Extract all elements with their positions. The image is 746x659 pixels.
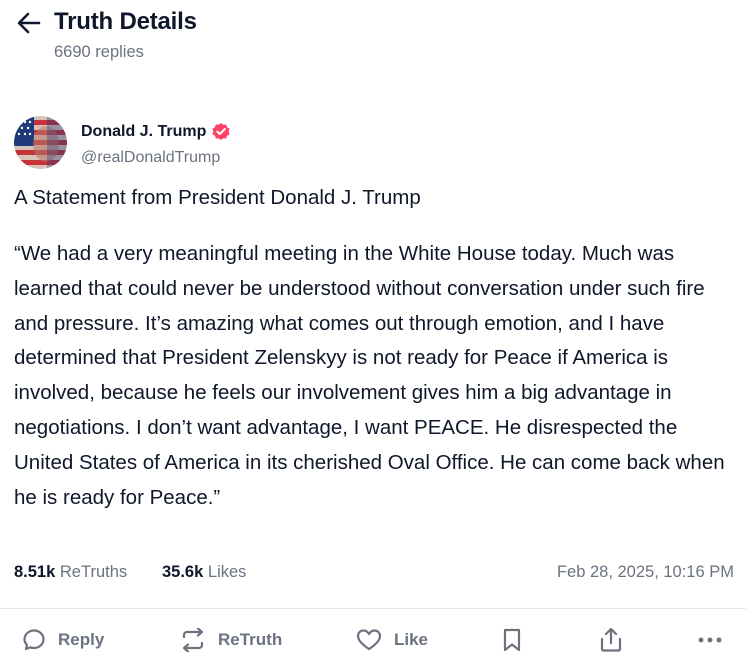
verified-badge-icon xyxy=(211,122,231,142)
speech-bubble-icon xyxy=(23,629,45,651)
share-button[interactable] xyxy=(598,622,624,658)
avatar-image xyxy=(14,116,67,169)
retruth-arrows-icon xyxy=(182,628,204,652)
retruths-count: 8.51k xyxy=(14,563,56,581)
author-name[interactable]: Donald J. Trump xyxy=(81,123,206,141)
avatar[interactable] xyxy=(14,116,67,169)
post-body: “We had a very meaningful meeting in the… xyxy=(14,242,725,509)
author-name-row: Donald J. Trump xyxy=(81,122,231,142)
retruths-stat[interactable]: 8.51k ReTruths xyxy=(14,563,127,582)
post-timestamp: Feb 28, 2025, 10:16 PM xyxy=(556,563,734,581)
divider xyxy=(0,608,746,609)
retruth-label: ReTruth xyxy=(218,630,283,649)
like-label: Like xyxy=(394,630,429,649)
post-stats: 8.51k ReTruths 35.6k Likes Feb 28, 2025,… xyxy=(14,563,734,587)
arrow-left-icon xyxy=(17,12,41,34)
likes-label: Likes xyxy=(207,563,247,581)
retruth-button[interactable]: ReTruth xyxy=(180,622,282,658)
post-title: A Statement from President Donald J. Tru… xyxy=(14,186,421,209)
reply-button[interactable]: Reply xyxy=(22,622,104,658)
retruths-label: ReTruths xyxy=(59,563,128,581)
share-icon xyxy=(600,627,622,652)
more-options-button[interactable] xyxy=(697,622,723,658)
truth-details-page: Truth Details 6690 replies Donald J. Tru… xyxy=(0,0,746,659)
replies-count: 6690 replies xyxy=(54,43,144,61)
page-header: Truth Details 6690 replies xyxy=(0,0,746,80)
likes-count: 35.6k xyxy=(162,563,204,581)
back-button[interactable] xyxy=(14,10,44,36)
bookmark-button[interactable] xyxy=(501,622,523,658)
post-author: Donald J. Trump @realDonaldTrump xyxy=(14,116,414,172)
like-button[interactable]: Like xyxy=(356,622,428,658)
likes-stat[interactable]: 35.6k Likes xyxy=(162,563,246,582)
reply-label: Reply xyxy=(58,630,105,649)
heart-icon xyxy=(356,629,382,651)
author-handle[interactable]: @realDonaldTrump xyxy=(81,149,220,167)
bookmark-icon xyxy=(503,628,521,652)
page-title: Truth Details xyxy=(54,8,197,35)
more-dots-icon xyxy=(698,637,722,643)
action-bar: Reply ReTruth Like xyxy=(0,622,746,658)
